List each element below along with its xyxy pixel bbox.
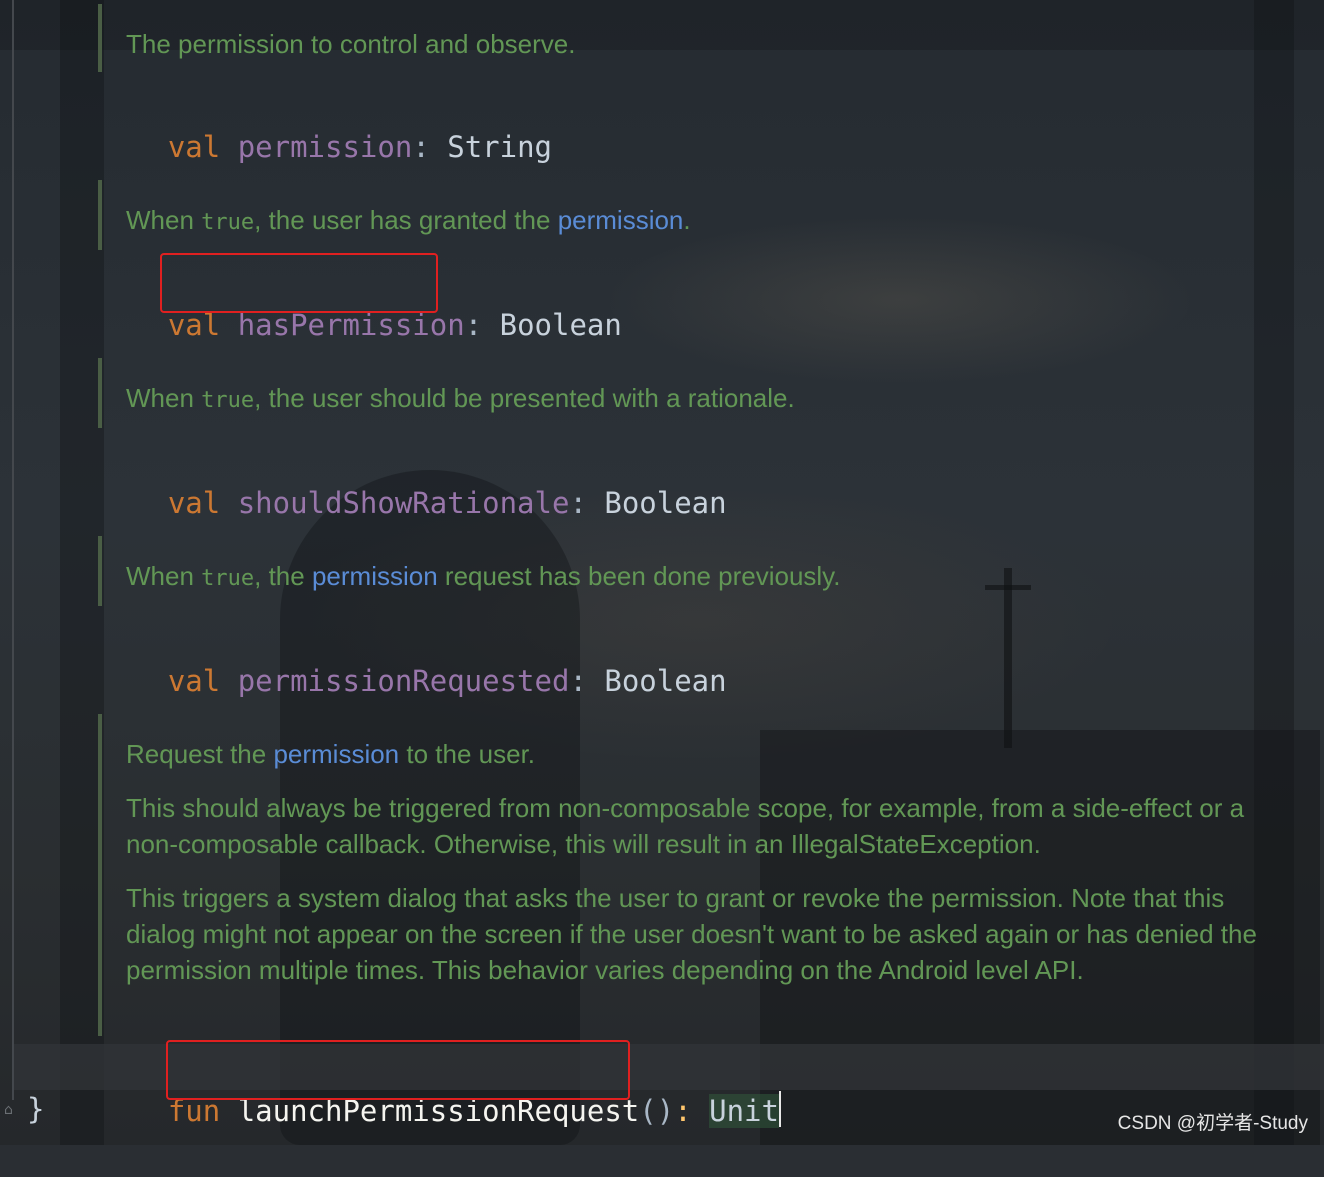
doc-link-permission[interactable]: permission [558, 205, 684, 235]
type-name[interactable]: Boolean [500, 308, 622, 342]
type-name[interactable]: Unit [709, 1094, 779, 1128]
doc-text: The permission to control and observe. [126, 29, 576, 59]
property-name[interactable]: permission [238, 130, 413, 164]
property-name[interactable]: shouldShowRationale [238, 486, 570, 520]
colon: : [464, 308, 483, 342]
closing-brace: } [27, 1092, 45, 1126]
doc-text: When true, the permission request has be… [126, 561, 841, 591]
doc-comment-launch-permission-request: Request the permission to the user. This… [98, 714, 1274, 1036]
doc-paragraph-2: This should always be triggered from non… [126, 793, 1245, 859]
parentheses: () [639, 1094, 675, 1128]
declaration-permission[interactable]: val permission: String [98, 81, 552, 164]
doc-text: When true, the user should be presented … [126, 383, 795, 413]
colon: : [674, 1094, 692, 1128]
keyword-val: val [167, 486, 221, 520]
code-editor[interactable]: The permission to control and observe. v… [0, 0, 1324, 1145]
doc-comment-has-permission: When true, the user has granted the perm… [98, 180, 691, 250]
doc-comment-permission: The permission to control and observe. [98, 4, 575, 72]
doc-paragraph-3: This triggers a system dialog that asks … [126, 883, 1257, 985]
text-caret [778, 1091, 781, 1127]
doc-paragraph-1: Request the permission to the user. [126, 739, 536, 769]
declaration-permission-requested[interactable]: val permissionRequested: Boolean [98, 615, 727, 698]
keyword-val: val [167, 664, 221, 698]
highlight-box-has-permission [160, 253, 438, 313]
watermark: CSDN @初学者-Study [1117, 1113, 1308, 1134]
type-name[interactable]: Boolean [604, 486, 726, 520]
type-name[interactable]: Boolean [604, 664, 726, 698]
doc-link-permission[interactable]: permission [312, 561, 438, 591]
fold-marker-icon[interactable]: ⌂ [4, 1102, 18, 1122]
type-name[interactable]: String [447, 130, 552, 164]
colon: : [412, 130, 430, 164]
colon: : [569, 486, 587, 520]
doc-comment-should-show-rationale: When true, the user should be presented … [98, 358, 795, 428]
doc-comment-permission-requested: When true, the permission request has be… [98, 536, 840, 606]
keyword-val: val [167, 308, 221, 342]
keyword-val: val [167, 130, 221, 164]
colon: : [569, 664, 587, 698]
property-name[interactable]: permissionRequested [238, 664, 570, 698]
doc-text: When true, the user has granted the perm… [126, 205, 691, 235]
property-name[interactable]: hasPermission [238, 308, 465, 342]
doc-link-permission[interactable]: permission [273, 739, 399, 769]
declaration-should-show-rationale[interactable]: val shouldShowRationale: Boolean [98, 437, 727, 520]
highlight-box-launch-permission-request [166, 1040, 630, 1100]
